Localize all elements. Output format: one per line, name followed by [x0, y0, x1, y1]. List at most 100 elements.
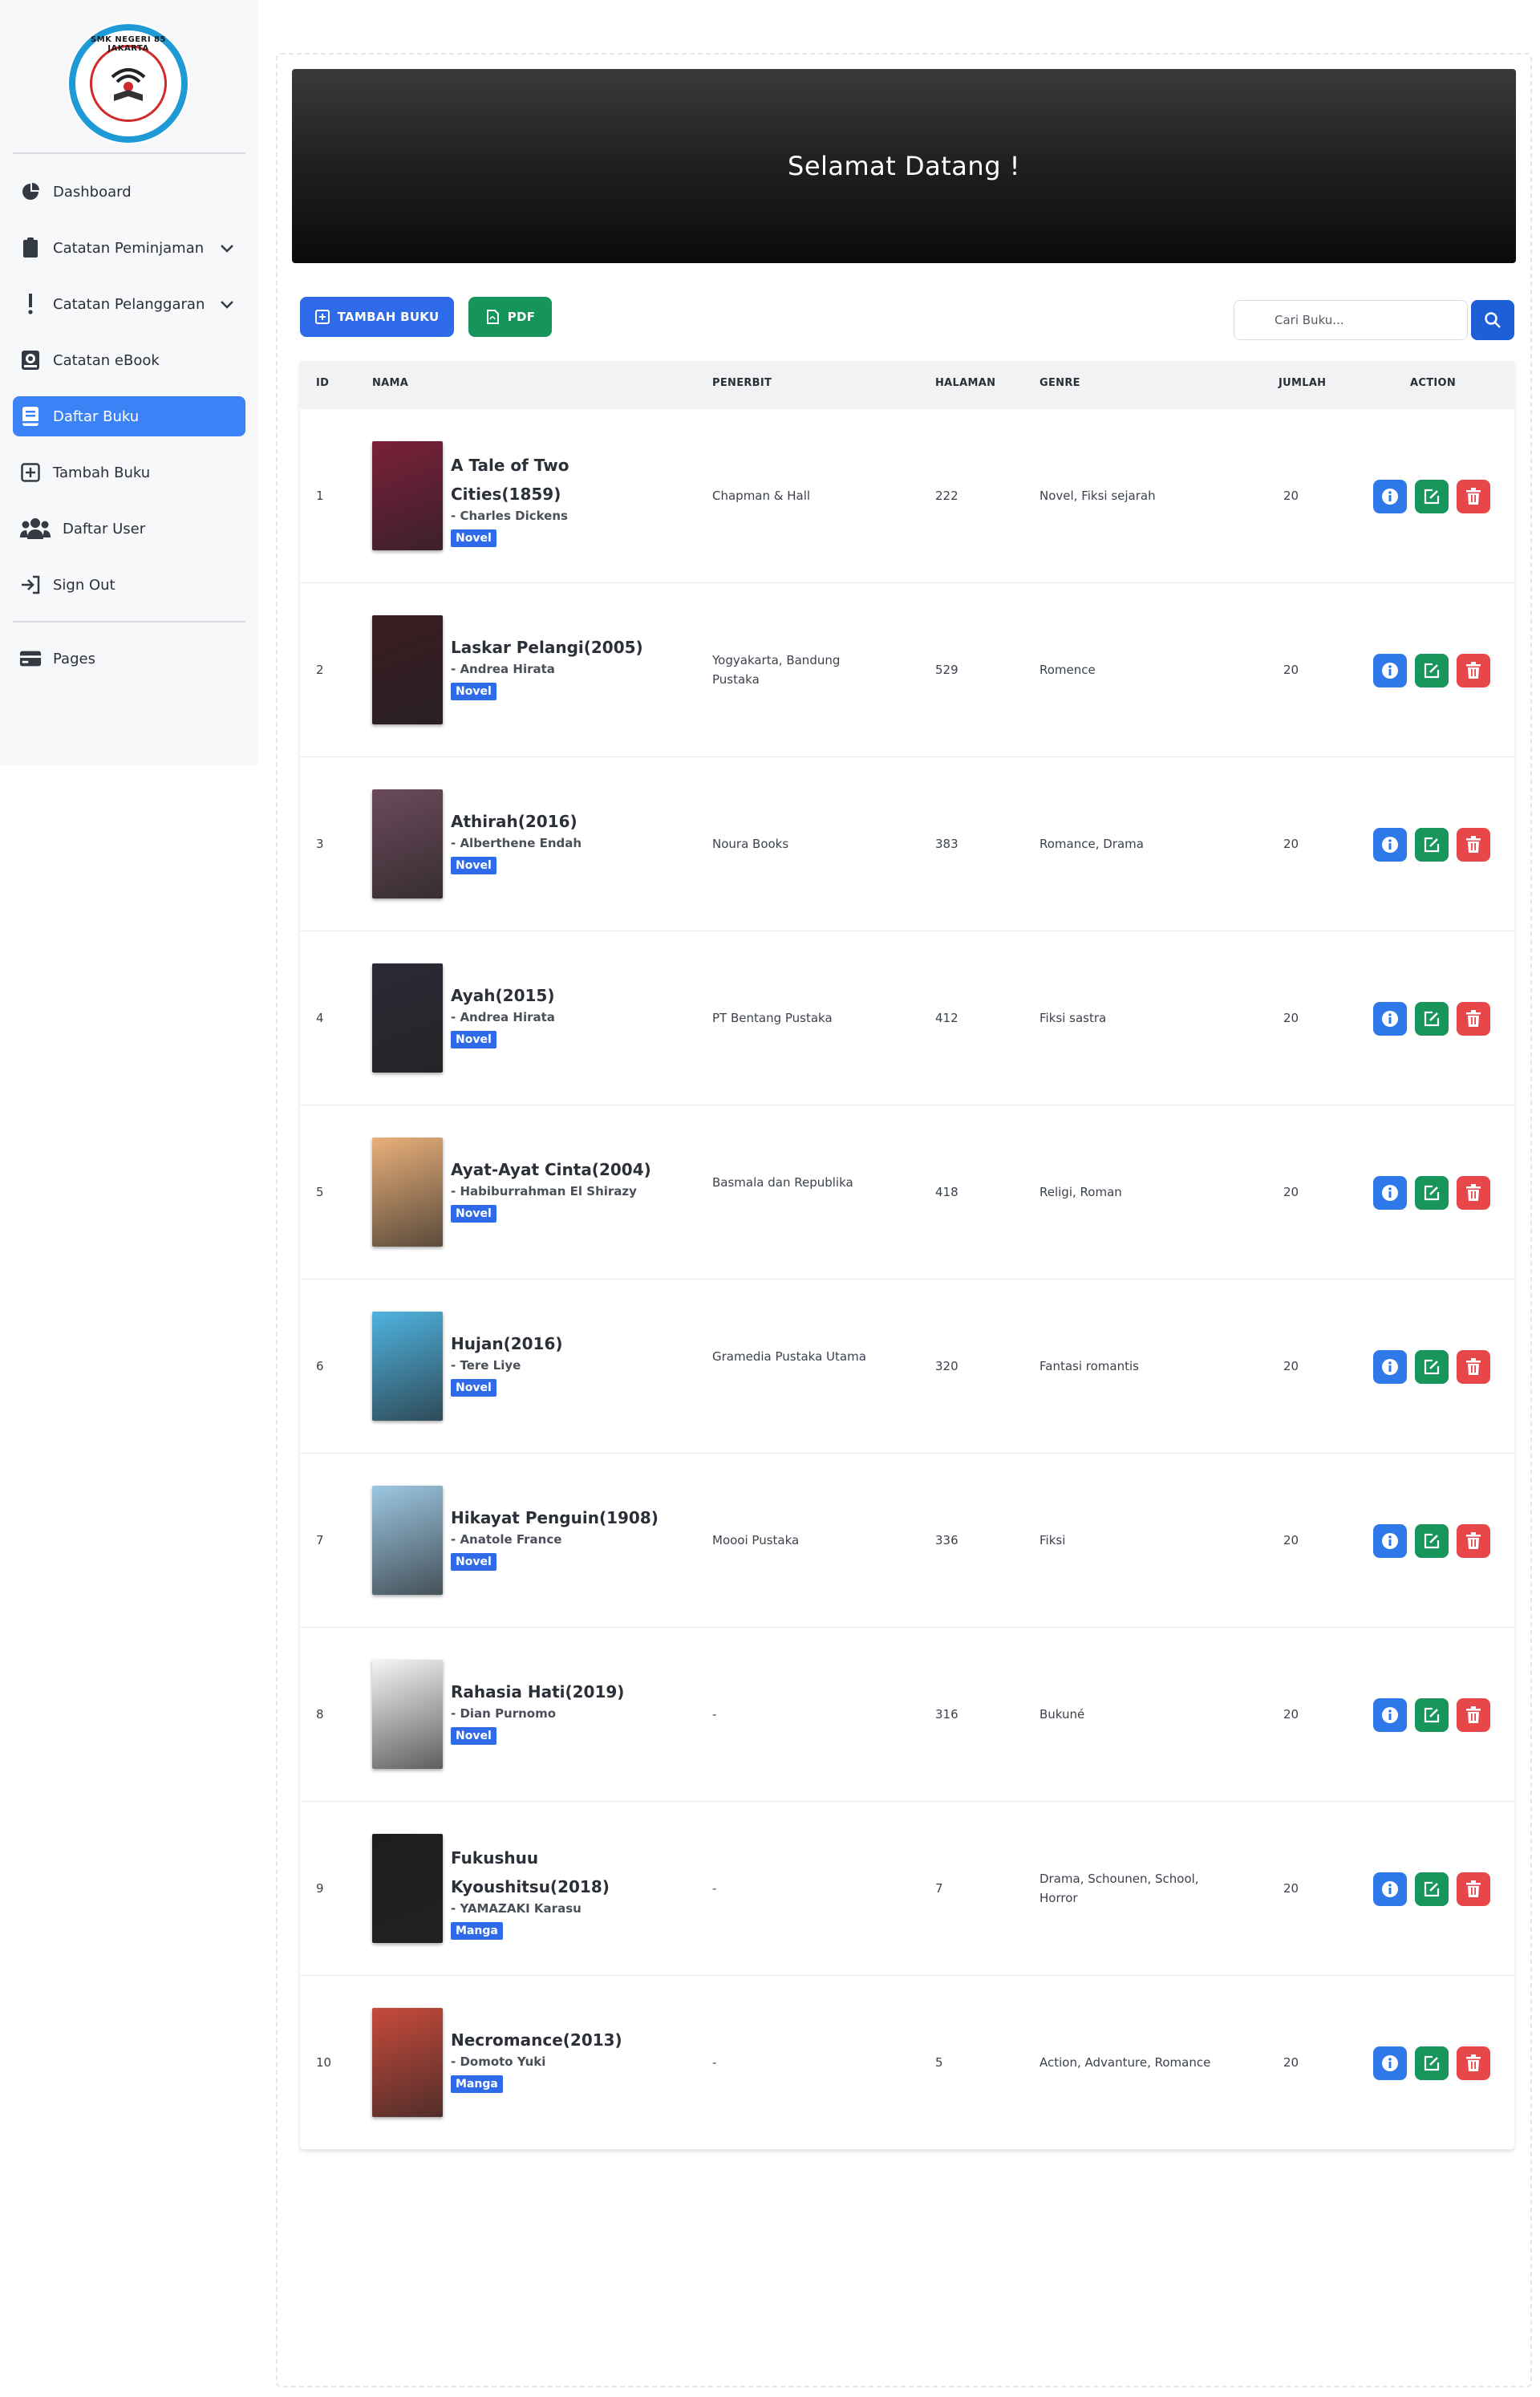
pdf-label: PDF: [507, 310, 536, 324]
info-icon: [1382, 1011, 1398, 1027]
sidebar-item-label: Dashboard: [53, 183, 132, 201]
books-table: ID NAMA PENERBIT HALAMAN GENRE JUMLAH AC…: [300, 361, 1514, 2150]
pdf-button[interactable]: PDF: [468, 297, 552, 337]
sidebar-item-catatan-ebook[interactable]: Catatan eBook: [13, 340, 245, 380]
chevron-down-icon[interactable]: [218, 295, 236, 313]
sidebar-item-catatan-pelanggaran[interactable]: Catatan Pelanggaran: [13, 284, 245, 324]
delete-button[interactable]: [1457, 1524, 1490, 1558]
delete-button[interactable]: [1457, 1176, 1490, 1210]
edit-button[interactable]: [1415, 1350, 1449, 1384]
edit-button[interactable]: [1415, 480, 1449, 513]
book-title: Fukushuu Kyoushitsu(2018): [451, 1848, 610, 1896]
clipboard-icon: [19, 237, 42, 259]
info-button[interactable]: [1373, 1350, 1407, 1384]
sidebar-item-dashboard[interactable]: Dashboard: [13, 172, 245, 212]
book-cover-image: [372, 2008, 443, 2117]
book-author: - Habiburrahman El Shirazy: [451, 1184, 637, 1198]
book-author: - Dian Purnomo: [451, 1706, 557, 1721]
header-id: ID: [316, 377, 330, 389]
cell-pages: 418: [935, 1185, 958, 1199]
cell-pages: 529: [935, 663, 958, 677]
cell-id: 8: [316, 1707, 324, 1722]
cell-publisher: PT Bentang Pustaka: [712, 1011, 833, 1025]
info-button[interactable]: [1373, 1698, 1407, 1732]
delete-button[interactable]: [1457, 654, 1490, 687]
delete-button[interactable]: [1457, 480, 1490, 513]
cell-publisher: Noura Books: [712, 837, 789, 851]
chevron-down-icon[interactable]: [218, 239, 236, 257]
table-header: ID NAMA PENERBIT HALAMAN GENRE JUMLAH AC…: [300, 361, 1514, 409]
info-button[interactable]: [1373, 1524, 1407, 1558]
book-title: Athirah(2016): [451, 812, 578, 831]
cell-id: 2: [316, 663, 324, 677]
sidebar-item-daftar-buku[interactable]: Daftar Buku: [13, 396, 245, 436]
cell-id: 6: [316, 1359, 324, 1373]
sidebar-item-catatan-peminjaman[interactable]: Catatan Peminjaman: [13, 228, 245, 268]
delete-button[interactable]: [1457, 1002, 1490, 1036]
table-row: 5 Ayat-Ayat Cinta(2004) - Habiburrahman El…: [300, 1105, 1514, 1280]
trash-icon: [1466, 1358, 1481, 1375]
info-icon: [1382, 1359, 1398, 1375]
search-button[interactable]: [1471, 300, 1514, 340]
book-title: Laskar Pelangi(2005): [451, 638, 643, 657]
cell-quantity: 20: [1283, 1707, 1299, 1722]
info-button[interactable]: [1373, 1176, 1407, 1210]
book-cover-image: [372, 1312, 443, 1421]
delete-button[interactable]: [1457, 1872, 1490, 1906]
cell-pages: 222: [935, 489, 958, 503]
cell-quantity: 20: [1283, 1185, 1299, 1199]
sidebar-item-daftar-user[interactable]: Daftar User: [13, 509, 245, 549]
header-action: ACTION: [1410, 377, 1457, 389]
info-button[interactable]: [1373, 1872, 1407, 1906]
search-input[interactable]: Cari Buku...: [1234, 300, 1468, 340]
cell-quantity: 20: [1283, 2055, 1299, 2070]
sidebar-item-tambah-buku[interactable]: Tambah Buku: [13, 452, 245, 493]
edit-button[interactable]: [1415, 828, 1449, 862]
book-author: - YAMAZAKI Karasu: [451, 1901, 582, 1916]
delete-button[interactable]: [1457, 1698, 1490, 1732]
info-button[interactable]: [1373, 1002, 1407, 1036]
welcome-banner: Selamat Datang !: [292, 69, 1516, 263]
edit-button[interactable]: [1415, 1872, 1449, 1906]
cell-genre: Fiksi sastra: [1040, 1011, 1107, 1025]
add-book-button[interactable]: TAMBAH BUKU: [300, 297, 454, 337]
edit-icon: [1424, 1185, 1440, 1201]
edit-button[interactable]: [1415, 2046, 1449, 2080]
book-type-badge: Novel: [451, 857, 496, 874]
edit-icon: [1424, 1707, 1440, 1723]
sidebar-item-sign-out[interactable]: Sign Out: [13, 565, 245, 605]
edit-icon: [1424, 837, 1440, 853]
sign-out-icon: [19, 574, 42, 596]
edit-button[interactable]: [1415, 1176, 1449, 1210]
edit-button[interactable]: [1415, 1524, 1449, 1558]
sidebar-divider: [13, 621, 245, 623]
delete-button[interactable]: [1457, 1350, 1490, 1384]
cell-publisher: -: [712, 1707, 717, 1722]
table-row: 10 Necromance(2013) - Domoto Yuki Manga - 5 Ac…: [300, 1976, 1514, 2150]
cell-id: 9: [316, 1881, 324, 1896]
info-button[interactable]: [1373, 2046, 1407, 2080]
cell-pages: 316: [935, 1707, 958, 1722]
book-author: - Charles Dickens: [451, 509, 568, 523]
info-button[interactable]: [1373, 654, 1407, 687]
trash-icon: [1466, 1880, 1481, 1897]
edit-button[interactable]: [1415, 1002, 1449, 1036]
info-button[interactable]: [1373, 828, 1407, 862]
edit-button[interactable]: [1415, 1698, 1449, 1732]
book-cover-image: [372, 963, 443, 1073]
cell-id: 1: [316, 489, 324, 503]
table-row: 4 Ayah(2015) - Andrea Hirata Novel PT Bentan…: [300, 931, 1514, 1105]
trash-icon: [1466, 1532, 1481, 1549]
edit-button[interactable]: [1415, 654, 1449, 687]
trash-icon: [1466, 1706, 1481, 1723]
table-row: 3 Athirah(2016) - Alberthene Endah Novel Nou…: [300, 757, 1514, 931]
sidebar-item-pages[interactable]: Pages: [13, 639, 245, 679]
info-button[interactable]: [1373, 480, 1407, 513]
edit-icon: [1424, 1359, 1440, 1375]
delete-button[interactable]: [1457, 828, 1490, 862]
book-type-badge: Manga: [451, 1922, 503, 1940]
table-row: 7 Hikayat Penguin(1908) - Anatole France No…: [300, 1454, 1514, 1628]
info-icon: [1382, 2055, 1398, 2071]
delete-button[interactable]: [1457, 2046, 1490, 2080]
ebook-icon: [19, 349, 42, 371]
